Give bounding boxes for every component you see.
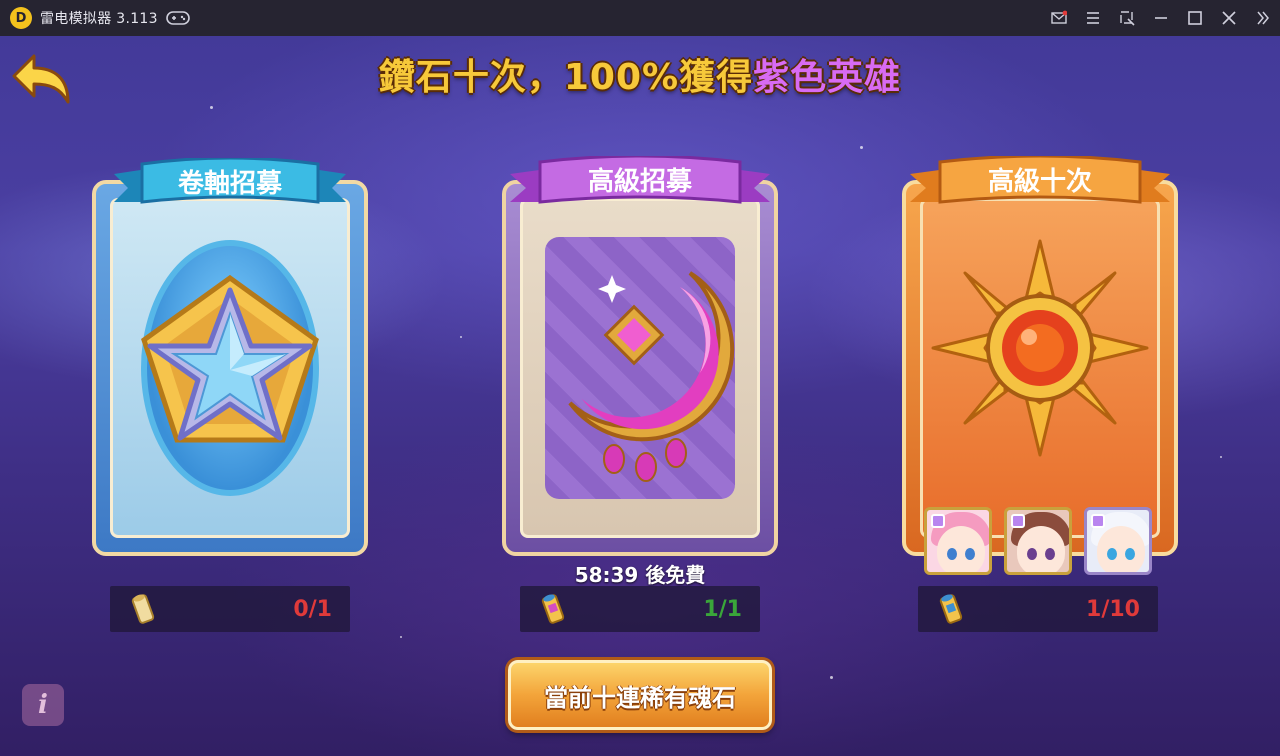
emulator-title-bar: D 雷电模拟器 3.113 xyxy=(0,0,1280,36)
banner-label: 高級招募 xyxy=(587,166,692,197)
rare-soulstone-label: 當前十連稀有魂石 xyxy=(544,683,736,712)
hamburger-menu-icon xyxy=(1087,12,1099,24)
hero-portrait[interactable] xyxy=(924,507,992,575)
advanced-recruit-card[interactable]: 高級招募 xyxy=(502,156,778,556)
minimize-icon xyxy=(1155,17,1167,19)
card-inner-panel xyxy=(520,198,760,538)
sun-gem-icon xyxy=(931,239,1149,457)
mail-button[interactable] xyxy=(1042,0,1076,36)
close-icon xyxy=(1222,11,1236,25)
star-emblem-icon xyxy=(141,274,319,443)
free-countdown: 58:39 後免費 xyxy=(574,563,706,587)
ten-pull-scroll-icon xyxy=(939,594,963,624)
rarity-gem-icon xyxy=(1011,514,1025,528)
scroll-count: 0/1 xyxy=(293,596,332,622)
emulator-logo-icon: D xyxy=(10,7,32,29)
background-star xyxy=(830,676,833,679)
card-inner-panel xyxy=(920,198,1160,538)
info-icon: i xyxy=(38,690,48,720)
advanced-scroll-icon xyxy=(541,594,565,624)
hero-portrait[interactable] xyxy=(1004,507,1072,575)
info-button[interactable]: i xyxy=(22,684,64,726)
background-star xyxy=(210,106,213,109)
scroll-recruit-card[interactable]: 卷軸招募 xyxy=(92,158,368,556)
background-star xyxy=(460,336,462,338)
advanced-ticket-count-bar: 1/1 xyxy=(520,586,760,632)
ten-pull-ticket-count: 1/10 xyxy=(1086,596,1140,622)
headline-main-text: 鑽石十次，100%獲得 xyxy=(378,57,754,98)
advanced-ten-pull-card[interactable]: 高級十次 xyxy=(902,156,1178,556)
minimize-button[interactable] xyxy=(1144,0,1178,36)
rarity-gem-icon xyxy=(931,514,945,528)
card-inner-panel xyxy=(110,198,350,538)
banner-label: 高級十次 xyxy=(987,166,1092,197)
maximize-button[interactable] xyxy=(1178,0,1212,36)
card-banner: 卷軸招募 xyxy=(114,158,346,204)
advanced-ticket-count: 1/1 xyxy=(703,596,742,622)
close-button[interactable] xyxy=(1212,0,1246,36)
background-star xyxy=(1220,456,1222,458)
window-title: 雷电模拟器 3.113 xyxy=(40,11,158,27)
headline-accent-text: 紫色英雄 xyxy=(753,57,902,98)
mail-icon xyxy=(1051,10,1067,24)
scroll-icon xyxy=(131,594,155,624)
game-viewport: 鑽石十次，100%獲得紫色英雄 卷軸招募 高級招募 高級十次 58:39 後免費… xyxy=(0,36,1280,756)
expand-sidebar-button[interactable] xyxy=(1246,0,1280,36)
maximize-icon xyxy=(1188,11,1202,25)
card-banner: 高級招募 xyxy=(510,156,770,204)
rare-soulstone-button[interactable]: 當前十連稀有魂石 xyxy=(508,660,772,730)
banner-label: 卷軸招募 xyxy=(177,168,282,199)
double-chevron-right-icon xyxy=(1257,11,1269,25)
scroll-count-bar: 0/1 xyxy=(110,586,350,632)
gamepad-icon[interactable] xyxy=(166,10,190,26)
pin-window-icon xyxy=(1120,11,1135,26)
featured-heroes xyxy=(924,507,1152,575)
crescent-moon-gem-icon xyxy=(568,271,735,482)
background-star xyxy=(400,636,402,638)
ten-pull-ticket-count-bar: 1/10 xyxy=(918,586,1158,632)
background-star xyxy=(860,146,863,149)
menu-button[interactable] xyxy=(1076,0,1110,36)
rarity-gem-icon xyxy=(1091,514,1105,528)
card-banner: 高級十次 xyxy=(910,156,1170,204)
hero-portrait[interactable] xyxy=(1084,507,1152,575)
page-headline: 鑽石十次，100%獲得紫色英雄 xyxy=(0,48,1280,100)
pin-window-button[interactable] xyxy=(1110,0,1144,36)
